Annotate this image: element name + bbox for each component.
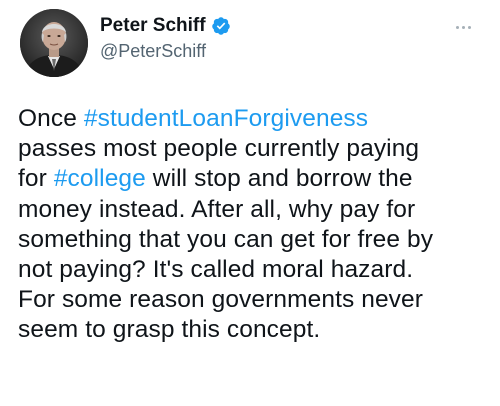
tweet-text-segment: For some reason governments never — [18, 286, 424, 314]
profile-photo — [20, 9, 88, 77]
dot-icon — [456, 25, 459, 29]
hashtag-link[interactable]: #studentLoanForgiveness — [84, 105, 368, 132]
hashtag-link[interactable]: #college — [54, 165, 146, 192]
tweet-text-line: not paying? It's called moral hazard. — [18, 255, 488, 285]
more-horizontal-icon[interactable] — [456, 22, 478, 32]
tweet-text-segment: not paying? It's called moral hazard. — [18, 256, 414, 284]
tweet-text-line: money instead. After all, why pay for — [18, 195, 488, 225]
tweet-text-segment: seem to grasp this concept. — [18, 316, 321, 344]
dot-icon — [468, 25, 471, 29]
tweet-text-segment: passes most people currently paying — [18, 135, 420, 163]
author-handle[interactable]: @PeterSchiff — [100, 39, 206, 63]
tweet-card: Peter Schiff @PeterSchiff Once #studentL… — [0, 0, 500, 406]
tweet-text-segment: money instead. After all, why pay for — [18, 195, 416, 223]
tweet-text: Once #studentLoanForgiveness passes most … — [18, 104, 488, 346]
display-name[interactable]: Peter Schiff — [100, 14, 206, 38]
dot-icon — [462, 25, 465, 29]
author-name-row: Peter Schiff — [100, 14, 231, 38]
tweet-text-line: seem to grasp this concept. — [18, 315, 488, 345]
tweet-text-segment: Once — [18, 105, 84, 132]
tweet-text-line: passes most people currently paying — [18, 134, 488, 164]
tweet-text-line: Once #studentLoanForgiveness — [18, 104, 488, 134]
tweet-text-segment: for — [18, 165, 54, 193]
verified-badge-icon — [211, 16, 231, 36]
tweet-text-segment: will stop and borrow the — [145, 165, 413, 193]
tweet-text-segment: something that you can get for free by — [18, 225, 434, 253]
tweet-text-line: something that you can get for free by — [18, 225, 488, 255]
tweet-text-line: for #college will stop and borrow the — [18, 164, 488, 194]
avatar[interactable] — [20, 9, 88, 77]
tweet-text-line: For some reason governments never — [18, 285, 488, 315]
